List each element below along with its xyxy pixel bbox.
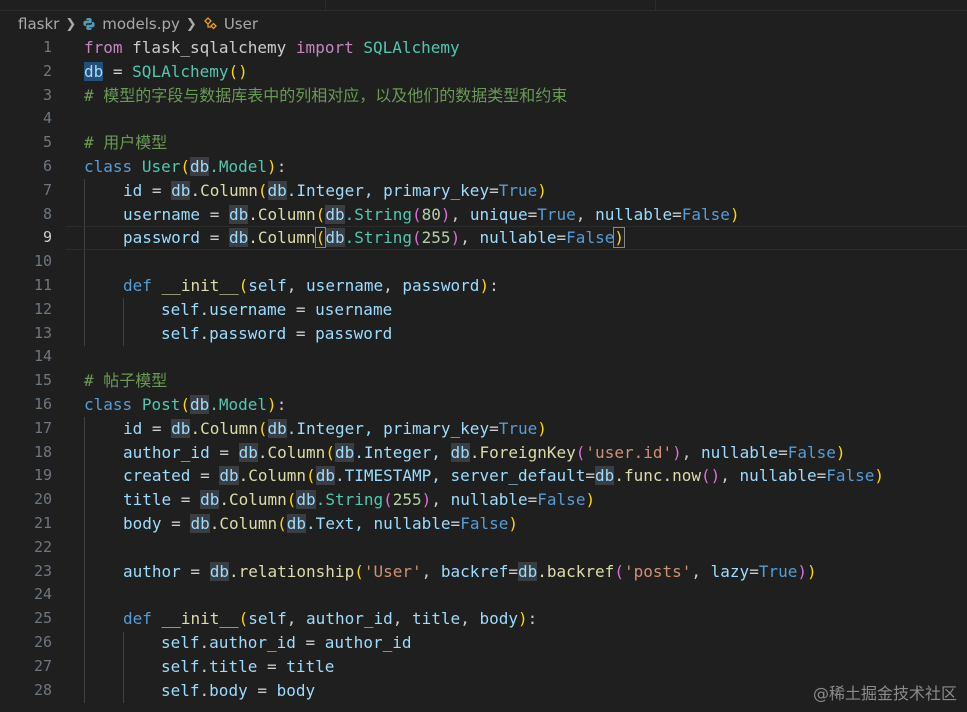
code-editor[interactable]: 1 from flask_sqlalchemy import SQLAlchemy…: [0, 36, 967, 703]
code-line-3: 3 # 模型的字段与数据库表中的列相对应，以及他们的数据类型和约束: [42, 85, 568, 105]
code-line-17: 17 id = db.Column(db.Integer, primary_key…: [33, 418, 547, 438]
code-line-25: 25 def __init__(self, author_id, title, b…: [33, 609, 538, 629]
code-line-2: 2 db = SQLAlchemy(): [42, 61, 248, 81]
code-line-10: 10: [33, 252, 52, 271]
code-line-6: 6 class User(db.Model):: [42, 156, 287, 176]
code-line-23: 23 author = db.relationship('User', backr…: [33, 561, 817, 581]
chevron-right-icon: ❯: [65, 16, 77, 32]
chevron-right-icon: ❯: [185, 16, 197, 32]
code-line-5: 5 # 用户模型: [42, 133, 168, 153]
code-line-26: 26 self.author_id = author_id: [33, 632, 412, 652]
code-line-13: 13 self.password = password: [33, 323, 393, 343]
code-line-15: 15 # 帖子模型: [33, 371, 168, 391]
code-line-4: 4: [42, 109, 52, 128]
breadcrumb-file[interactable]: models.py: [82, 15, 180, 33]
code-line-12: 12 self.username = username: [33, 299, 393, 319]
code-line-19: 19 created = db.Column(db.TIMESTAMP, serv…: [33, 466, 885, 486]
code-line-20: 20 title = db.Column(db.String(255), null…: [33, 490, 596, 510]
code-line-16: 16 class Post(db.Model):: [33, 394, 287, 414]
class-symbol-icon: [203, 17, 217, 30]
code-line-11: 11 def __init__(self, username, password)…: [33, 275, 499, 295]
code-line-24: 24: [33, 585, 52, 604]
breadcrumb-folder[interactable]: flaskr: [18, 15, 59, 33]
code-line-27: 27 self.title = title: [33, 656, 335, 676]
code-line-22: 22: [33, 537, 52, 556]
python-file-icon: [83, 18, 95, 30]
code-line-7: 7 id = db.Column(db.Integer, primary_key=…: [42, 180, 547, 200]
breadcrumb-file-label: models.py: [102, 15, 180, 33]
code-line-14: 14: [33, 347, 52, 366]
code-line-18: 18 author_id = db.Column(db.Integer, db.F…: [33, 442, 846, 462]
code-line-21: 21 body = db.Column(db.Text, nullable=Fal…: [33, 513, 518, 533]
breadcrumb-folder-label: flaskr: [18, 15, 60, 33]
code-line-9: 9 password = db.Column(db.String(255), nu…: [0, 226, 967, 251]
breadcrumb-symbol-label: User: [223, 15, 259, 33]
breadcrumb-symbol[interactable]: User: [203, 15, 258, 33]
code-line-1: 1 from flask_sqlalchemy import SQLAlchemy: [42, 38, 460, 57]
code-line-8: 8 username = db.Column(db.String(80), uni…: [42, 204, 740, 224]
watermark: @稀土掘金技术社区: [812, 684, 957, 703]
